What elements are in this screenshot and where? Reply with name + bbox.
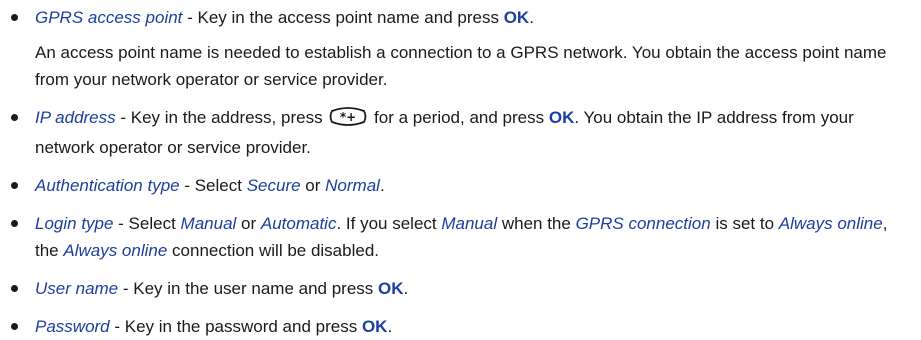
item-text: when the — [497, 214, 576, 233]
choice-always-online: Always online — [63, 241, 168, 260]
bullet-icon — [11, 323, 18, 330]
item-text: - Select — [113, 214, 181, 233]
bullet-icon — [11, 220, 18, 227]
item-text: . — [379, 176, 385, 195]
option-name: Login type — [35, 214, 114, 233]
item-text: . — [529, 8, 534, 27]
option-name: IP address — [35, 108, 116, 127]
option-name: Password — [35, 317, 110, 336]
key-label-ok: OK — [548, 108, 575, 127]
bullet-icon — [11, 14, 18, 21]
choice-secure: Secure — [246, 176, 301, 195]
bullet-icon — [11, 114, 18, 121]
item-text: - Key in the access point name and press — [182, 8, 504, 27]
key-label-ok: OK — [361, 317, 388, 336]
star-plus-key-icon: *+ — [329, 107, 367, 134]
item-text: connection will be disabled. — [167, 241, 379, 260]
key-label-ok: OK — [378, 279, 404, 298]
settings-document: GPRS access point - Key in the access po… — [0, 0, 921, 340]
choice-normal: Normal — [325, 176, 380, 195]
option-name: GPRS access point — [35, 8, 183, 27]
item-text: or — [300, 176, 326, 195]
bullet-icon — [11, 182, 18, 189]
list-item-authentication-type: Authentication type - Select Secure or N… — [10, 172, 913, 199]
item-text: or — [236, 214, 261, 233]
item-text: for a period, and press — [369, 108, 549, 127]
list-item-password: Password - Key in the password and press… — [10, 313, 913, 340]
item-text: . If you select — [336, 214, 442, 233]
item-text: . — [387, 317, 393, 336]
option-name: Authentication type — [35, 176, 180, 195]
explanatory-note: An access point name is needed to establ… — [35, 43, 887, 89]
choice-automatic: Automatic — [260, 214, 337, 233]
item-text: . — [403, 279, 409, 298]
item-text: - Key in the address, press — [115, 108, 328, 127]
list-item-user-name: User name - Key in the user name and pre… — [10, 275, 913, 302]
item-text: is set to — [710, 214, 779, 233]
setting-gprs-connection: GPRS connection — [575, 214, 711, 233]
list-item-gprs-access-point: GPRS access point - Key in the access po… — [10, 4, 913, 31]
item-text: - Key in the user name and press — [118, 279, 378, 298]
item-text: - Key in the password and press — [109, 317, 362, 336]
choice-manual: Manual — [180, 214, 237, 233]
svg-text:*+: *+ — [340, 110, 356, 124]
choice-always-online: Always online — [778, 214, 883, 233]
bullet-icon — [11, 285, 18, 292]
list-item-login-type: Login type - Select Manual or Automatic.… — [10, 210, 913, 264]
option-name: User name — [35, 279, 119, 298]
key-label-ok: OK — [503, 8, 530, 27]
item-text: - Select — [179, 176, 247, 195]
choice-manual: Manual — [441, 214, 498, 233]
list-item-ip-address: IP address - Key in the address, press *… — [10, 104, 913, 161]
